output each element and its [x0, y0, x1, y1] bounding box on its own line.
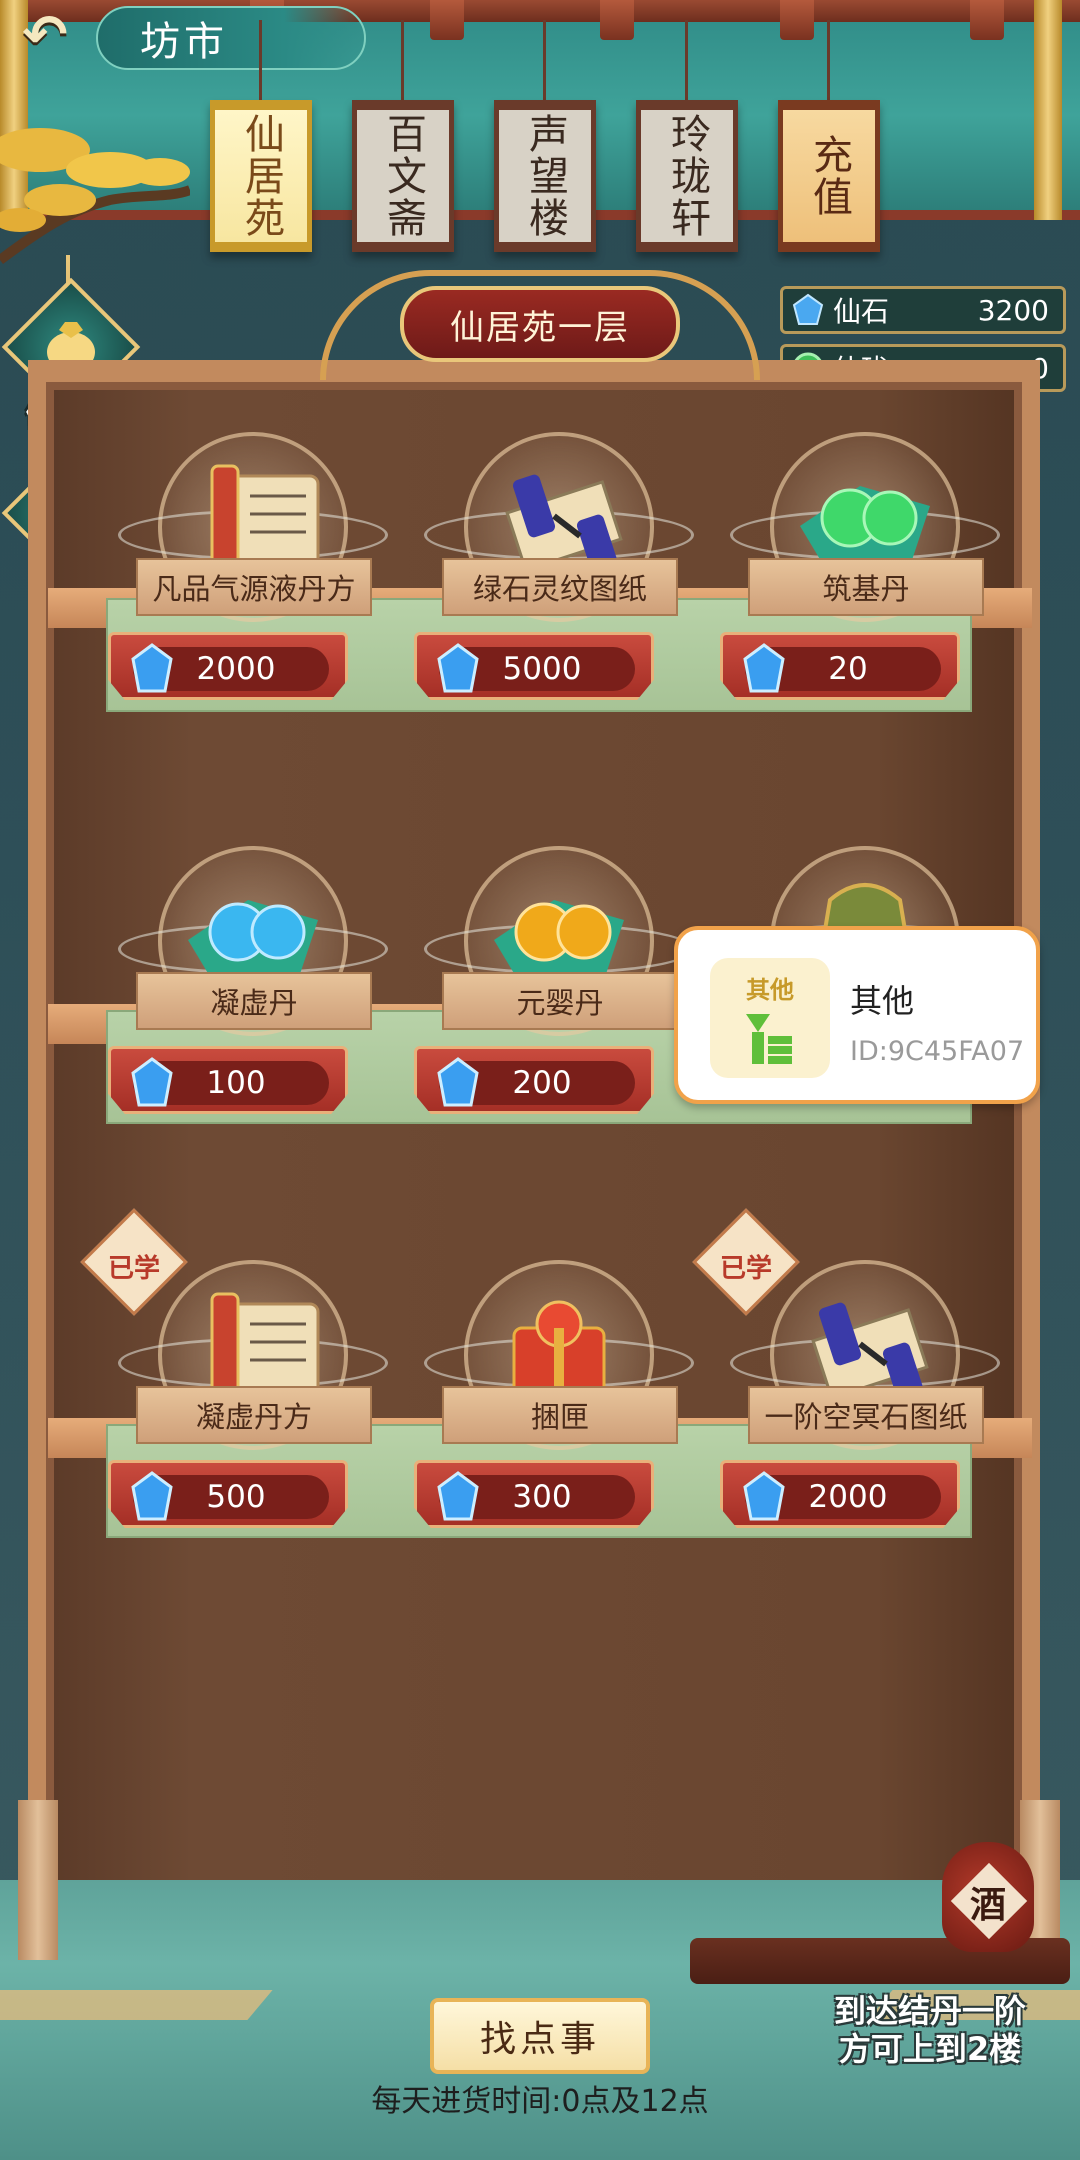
page-title: 坊市: [96, 6, 366, 70]
unlock-note-line2: 方可上到2楼: [838, 2030, 1022, 2068]
pillar-left: [18, 1800, 58, 1960]
floor-title-plaque: 仙居苑一层: [400, 286, 680, 362]
currency-xianshi: 仙石 3200: [780, 286, 1066, 334]
back-arrow-icon: ↶: [22, 2, 68, 66]
item-price-tag: 5000: [414, 632, 654, 700]
tab-string: [685, 20, 688, 100]
item-price-tag: 20: [720, 632, 960, 700]
shop-item[interactable]: 凝虚丹 100: [108, 846, 388, 1136]
item-price-tag: 100: [108, 1046, 348, 1114]
blue-gem-icon: [131, 1471, 173, 1521]
currency-name: 仙石: [833, 295, 890, 328]
tab-string: [401, 20, 404, 100]
learned-badge-text: 已学: [719, 1253, 772, 1284]
page-title-text: 坊市: [140, 19, 228, 65]
banner-peg: [780, 0, 814, 40]
shop-item[interactable]: 元婴丹 200: [414, 846, 694, 1136]
item-name: 绿石灵纹图纸: [442, 558, 678, 616]
tooltip-title: 其他: [850, 982, 915, 1020]
banner-peg: [970, 0, 1004, 40]
item-name: 凝虚丹方: [136, 1386, 372, 1444]
tab-shengwanglou[interactable]: 声望楼: [494, 100, 596, 252]
tooltip-category-tile: 其他: [710, 958, 830, 1078]
tooltip-id: ID:9C45FA07: [850, 1036, 1025, 1067]
blue-gem-icon: [743, 1471, 785, 1521]
item-name: 元婴丹: [442, 972, 678, 1030]
blue-gem-icon: [437, 1471, 479, 1521]
item-price-tag: 2000: [720, 1460, 960, 1528]
item-tooltip[interactable]: 其他 其他 ID:9C45FA07: [674, 926, 1040, 1104]
pine-tree-icon: [0, 128, 190, 265]
tab-string: [259, 20, 262, 100]
learned-badge-text: 已学: [107, 1253, 160, 1284]
shop-tabs: 仙居苑 百文斋 声望楼 玲珑轩 充值: [210, 20, 890, 260]
tab-string: [827, 20, 830, 100]
shop-item[interactable]: 凡品气源液丹方 2000: [108, 432, 388, 722]
restock-note: 每天进货时间:0点及12点: [371, 2084, 709, 2119]
item-price-tag: 2000: [108, 632, 348, 700]
item-name: 捆匣: [442, 1386, 678, 1444]
shop-item[interactable]: 绿石灵纹图纸 5000: [414, 432, 694, 722]
wine-label: 酒: [969, 1885, 1006, 1926]
item-name: 凝虚丹: [136, 972, 372, 1030]
wine-jar: 酒: [942, 1842, 1034, 1952]
blue-gem-icon: [743, 643, 785, 693]
item-price: 300: [512, 1479, 572, 1515]
blue-gem-icon: [131, 1057, 173, 1107]
banner-peg: [600, 0, 634, 40]
tab-linglongxuan[interactable]: 玲珑轩: [636, 100, 738, 252]
item-price: 500: [206, 1479, 266, 1515]
item-price: 5000: [502, 651, 582, 687]
item-price: 200: [512, 1065, 572, 1101]
item-price: 20: [828, 651, 868, 687]
blue-gem-icon: [131, 643, 173, 693]
blue-gem-icon: [437, 643, 479, 693]
item-price-tag: 200: [414, 1046, 654, 1114]
shop-item[interactable]: 筑基丹 20: [720, 432, 1000, 722]
tab-string: [543, 20, 546, 100]
back-button[interactable]: ↶: [10, 2, 80, 66]
banner-frame-right: [1034, 0, 1062, 220]
item-name: 凡品气源液丹方: [136, 558, 372, 616]
unlock-note-line1: 到达结丹一阶: [833, 1992, 1026, 2030]
item-name: 筑基丹: [748, 558, 984, 616]
item-price: 2000: [808, 1479, 888, 1515]
category-other-icon: [746, 1014, 792, 1064]
find-task-label: 找点事: [479, 2019, 600, 2060]
unlock-note: 到达结丹一阶 方可上到2楼: [800, 1992, 1060, 2068]
tooltip-tile-label: 其他: [746, 976, 794, 1004]
shop-item[interactable]: 捆匣 300: [414, 1260, 694, 1550]
tab-baiwenzhai[interactable]: 百文斋: [352, 100, 454, 252]
find-task-button[interactable]: 找点事: [430, 1998, 650, 2074]
item-price-tag: 300: [414, 1460, 654, 1528]
tab-recharge[interactable]: 充值: [778, 100, 880, 252]
blue-gem-icon: [792, 293, 824, 325]
item-price: 100: [206, 1065, 266, 1101]
item-name: 一阶空冥石图纸: [748, 1386, 984, 1444]
floor-stripe: [0, 1990, 273, 2020]
currency-value: 3200: [977, 293, 1049, 327]
item-price: 2000: [196, 651, 276, 687]
tab-xianjuyuan[interactable]: 仙居苑: [210, 100, 312, 252]
banner-peg: [430, 0, 464, 40]
floor-title: 仙居苑一层: [450, 307, 630, 348]
item-price-tag: 500: [108, 1460, 348, 1528]
blue-gem-icon: [437, 1057, 479, 1107]
